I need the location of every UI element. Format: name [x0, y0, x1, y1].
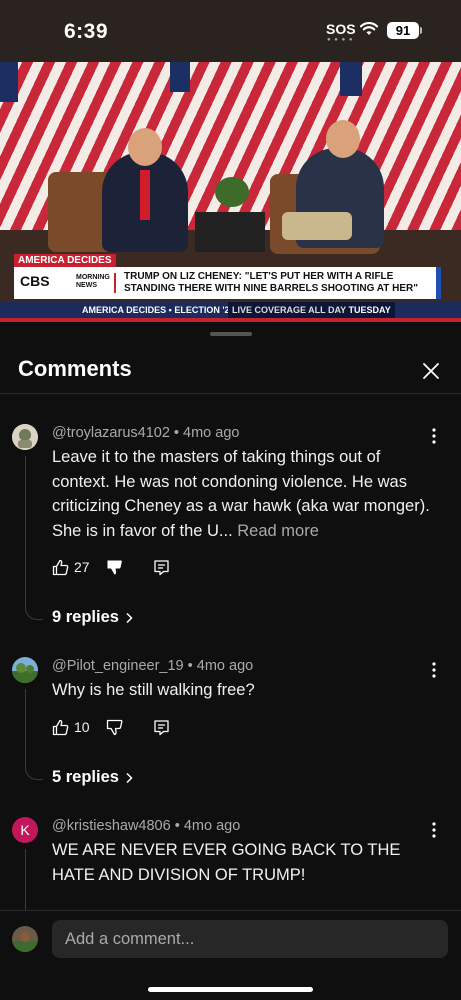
status-bar: 6:39 SOS ● ● ● ● 91 — [0, 0, 461, 62]
news-lower-third: CBS MORNING NEWS TRUMP ON LIZ CHENEY: "L… — [14, 267, 441, 299]
comment-meta: @Pilot_engineer_19 • 4mo ago — [52, 658, 254, 674]
like-count: 10 — [74, 719, 90, 735]
wifi-icon — [360, 22, 378, 35]
status-time: 6:39 — [64, 20, 109, 43]
add-comment-input[interactable] — [52, 920, 448, 958]
red-tie — [140, 170, 150, 220]
like-icon[interactable] — [52, 559, 69, 576]
comment-author[interactable]: @Pilot_engineer_19 — [52, 658, 184, 674]
comment-time: 4mo ago — [183, 818, 241, 834]
side-table — [195, 212, 265, 252]
dislike-icon[interactable] — [106, 719, 123, 736]
comments-sheet: Comments @troylazarus4102 • 4mo ago Leav… — [0, 322, 461, 1000]
comment-text: WE ARE NEVER EVER GOING BACK TO THE HATE… — [52, 841, 401, 884]
avatar-image-icon — [12, 424, 38, 450]
america-decides-tag: AMERICA DECIDES — [14, 254, 116, 267]
news-headline: TRUMP ON LIZ CHENEY: "LET'S PUT HER WITH… — [124, 271, 418, 294]
header-divider — [0, 393, 461, 394]
comment-text: Leave it to the masters of taking things… — [52, 448, 430, 540]
ticker-left-text: AMERICA DECIDES • ELECTION '24 — [82, 305, 235, 315]
comment-meta: @kristieshaw4806 • 4mo ago — [52, 818, 241, 834]
add-comment-bar — [0, 910, 461, 1000]
comment-actions: 27 — [52, 556, 170, 578]
lower-third-divider — [114, 273, 116, 293]
ticker-right-text: LIVE COVERAGE ALL DAY TUESDAY — [228, 302, 395, 318]
thread-line — [25, 689, 26, 764]
comment-time: 4mo ago — [196, 658, 254, 674]
battery-indicator: 91 — [387, 22, 419, 39]
thread-curve — [25, 602, 43, 620]
news-ticker: AMERICA DECIDES • ELECTION '24 LIVE COVE… — [0, 302, 461, 318]
replies-link[interactable]: 9 replies — [52, 608, 133, 627]
user-avatar-image-icon — [12, 926, 38, 952]
comment-author[interactable]: @troylazarus4102 — [52, 425, 170, 441]
comment-time: 4mo ago — [183, 425, 240, 441]
user-avatar[interactable] — [12, 926, 38, 952]
reply-icon[interactable] — [153, 559, 170, 576]
right-speaker-legs — [282, 212, 352, 240]
avatar-letter: K — [20, 822, 30, 838]
flag-canton — [0, 62, 18, 102]
like-icon[interactable] — [52, 719, 69, 736]
read-more-link[interactable]: Read more — [237, 522, 319, 540]
replies-link[interactable]: 5 replies — [52, 768, 133, 787]
dislike-icon[interactable] — [106, 559, 123, 576]
comment-actions: 10 — [52, 716, 170, 738]
left-speaker-head — [128, 128, 162, 166]
video-player[interactable]: AMERICA DECIDES CBS MORNING NEWS TRUMP O… — [0, 62, 461, 322]
chevron-right-icon — [126, 772, 133, 783]
comment-meta: @troylazarus4102 • 4mo ago — [52, 425, 240, 441]
sos-indicator: SOS — [326, 21, 356, 37]
more-options-icon[interactable] — [428, 821, 440, 839]
avatar[interactable] — [12, 424, 38, 450]
comments-title: Comments — [18, 356, 132, 381]
home-indicator — [148, 987, 313, 992]
more-options-icon[interactable] — [428, 661, 440, 679]
thread-curve — [25, 762, 43, 780]
flag-canton — [340, 62, 362, 96]
reply-icon[interactable] — [153, 719, 170, 736]
drag-handle[interactable] — [210, 332, 252, 336]
close-icon[interactable] — [420, 360, 442, 382]
cbs-morning-news-label: MORNING NEWS — [76, 274, 110, 289]
cbs-logo: CBS — [20, 273, 50, 289]
signal-dots-icon: ● ● ● ● — [327, 37, 354, 43]
flag-canton — [170, 62, 190, 92]
thread-line — [25, 849, 26, 911]
comment-author[interactable]: @kristieshaw4806 — [52, 818, 171, 834]
avatar[interactable]: K — [12, 817, 38, 843]
thread-line — [25, 456, 26, 604]
right-speaker-head — [326, 120, 360, 158]
chevron-right-icon — [126, 612, 133, 623]
like-count: 27 — [74, 559, 90, 575]
avatar[interactable] — [12, 657, 38, 683]
avatar-image-icon — [12, 657, 38, 683]
plant — [215, 177, 249, 207]
more-options-icon[interactable] — [428, 427, 440, 445]
comment-text: Why is he still walking free? — [52, 681, 255, 699]
battery-nub-icon — [420, 27, 422, 34]
